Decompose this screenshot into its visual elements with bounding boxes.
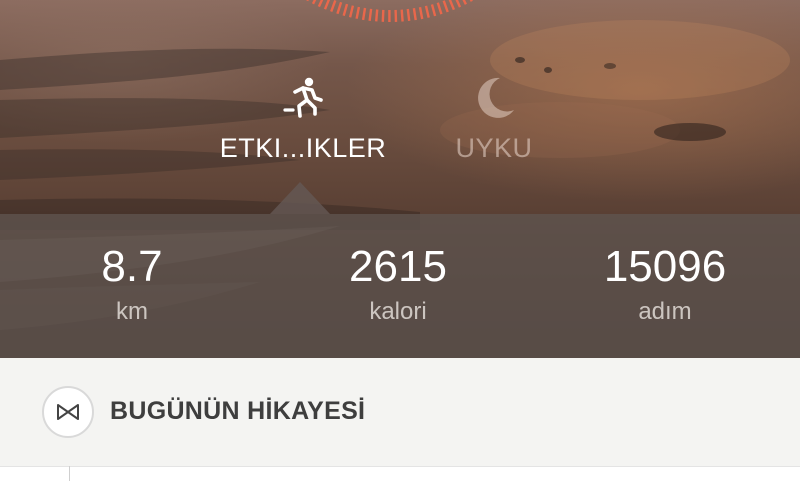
progress-ring-tick xyxy=(461,0,466,4)
progress-ring-tick xyxy=(325,0,330,9)
progress-ring-tick xyxy=(383,10,384,22)
stat-calories: 2615 kalori xyxy=(298,214,498,358)
todays-story-header[interactable]: BUGÜNÜN HİKAYESİ xyxy=(0,358,800,466)
active-tab-pointer xyxy=(270,182,330,214)
tab-sleep[interactable]: UYKU xyxy=(384,70,604,180)
distance-unit: km xyxy=(32,298,232,326)
mode-tabs: ETKI...IKLER UYKU xyxy=(0,70,800,180)
calories-unit: kalori xyxy=(298,298,498,326)
progress-ring-tick xyxy=(455,0,460,7)
timeline-strip xyxy=(0,466,800,482)
running-icon xyxy=(279,74,327,122)
progress-ring-tick xyxy=(466,0,472,1)
tab-sleep-label: UYKU xyxy=(384,133,604,164)
tab-activities[interactable]: ETKI...IKLER xyxy=(193,70,413,180)
progress-ring-tick xyxy=(438,3,442,14)
stat-steps: 15096 adım xyxy=(565,214,765,358)
steps-unit: adım xyxy=(565,298,765,326)
progress-ring-tick xyxy=(420,7,422,19)
progress-ring-tick xyxy=(331,0,335,11)
moon-icon xyxy=(470,74,518,122)
progress-ring-tick xyxy=(337,2,341,14)
progress-ring-tick xyxy=(408,9,409,21)
progress-ring-tick xyxy=(313,0,318,4)
progress-ring-tick xyxy=(402,10,403,22)
progress-ring-tick xyxy=(307,0,313,1)
progress-ring-tick xyxy=(363,8,365,20)
progress-ring-tick xyxy=(432,4,435,16)
stats-band: 8.7 km 2615 kalori 15096 adım xyxy=(0,214,800,358)
progress-ring-tick xyxy=(319,0,324,7)
story-title: BUGÜNÜN HİKAYESİ xyxy=(110,397,365,426)
progress-ring-tick xyxy=(350,6,353,18)
distance-value: 8.7 xyxy=(32,242,232,292)
bowtie-logo-icon xyxy=(42,386,94,438)
progress-ring-tick xyxy=(344,4,347,16)
progress-ring-tick xyxy=(370,9,372,21)
stat-distance: 8.7 km xyxy=(32,214,232,358)
timeline-line xyxy=(69,466,70,481)
progress-ring-tick xyxy=(426,6,429,18)
progress-ring-tick xyxy=(444,1,448,12)
progress-ring-tick xyxy=(376,10,377,22)
calories-value: 2615 xyxy=(298,242,498,292)
progress-ring-tick xyxy=(357,7,359,19)
progress-ring xyxy=(307,0,472,22)
tab-activities-label: ETKI...IKLER xyxy=(193,133,413,164)
progress-ring-tick xyxy=(414,8,416,20)
progress-ring-tick xyxy=(449,0,454,10)
activity-hero: ETKI...IKLER UYKU 8.7 km 2615 kalori 150… xyxy=(0,0,800,358)
steps-value: 15096 xyxy=(565,242,765,292)
